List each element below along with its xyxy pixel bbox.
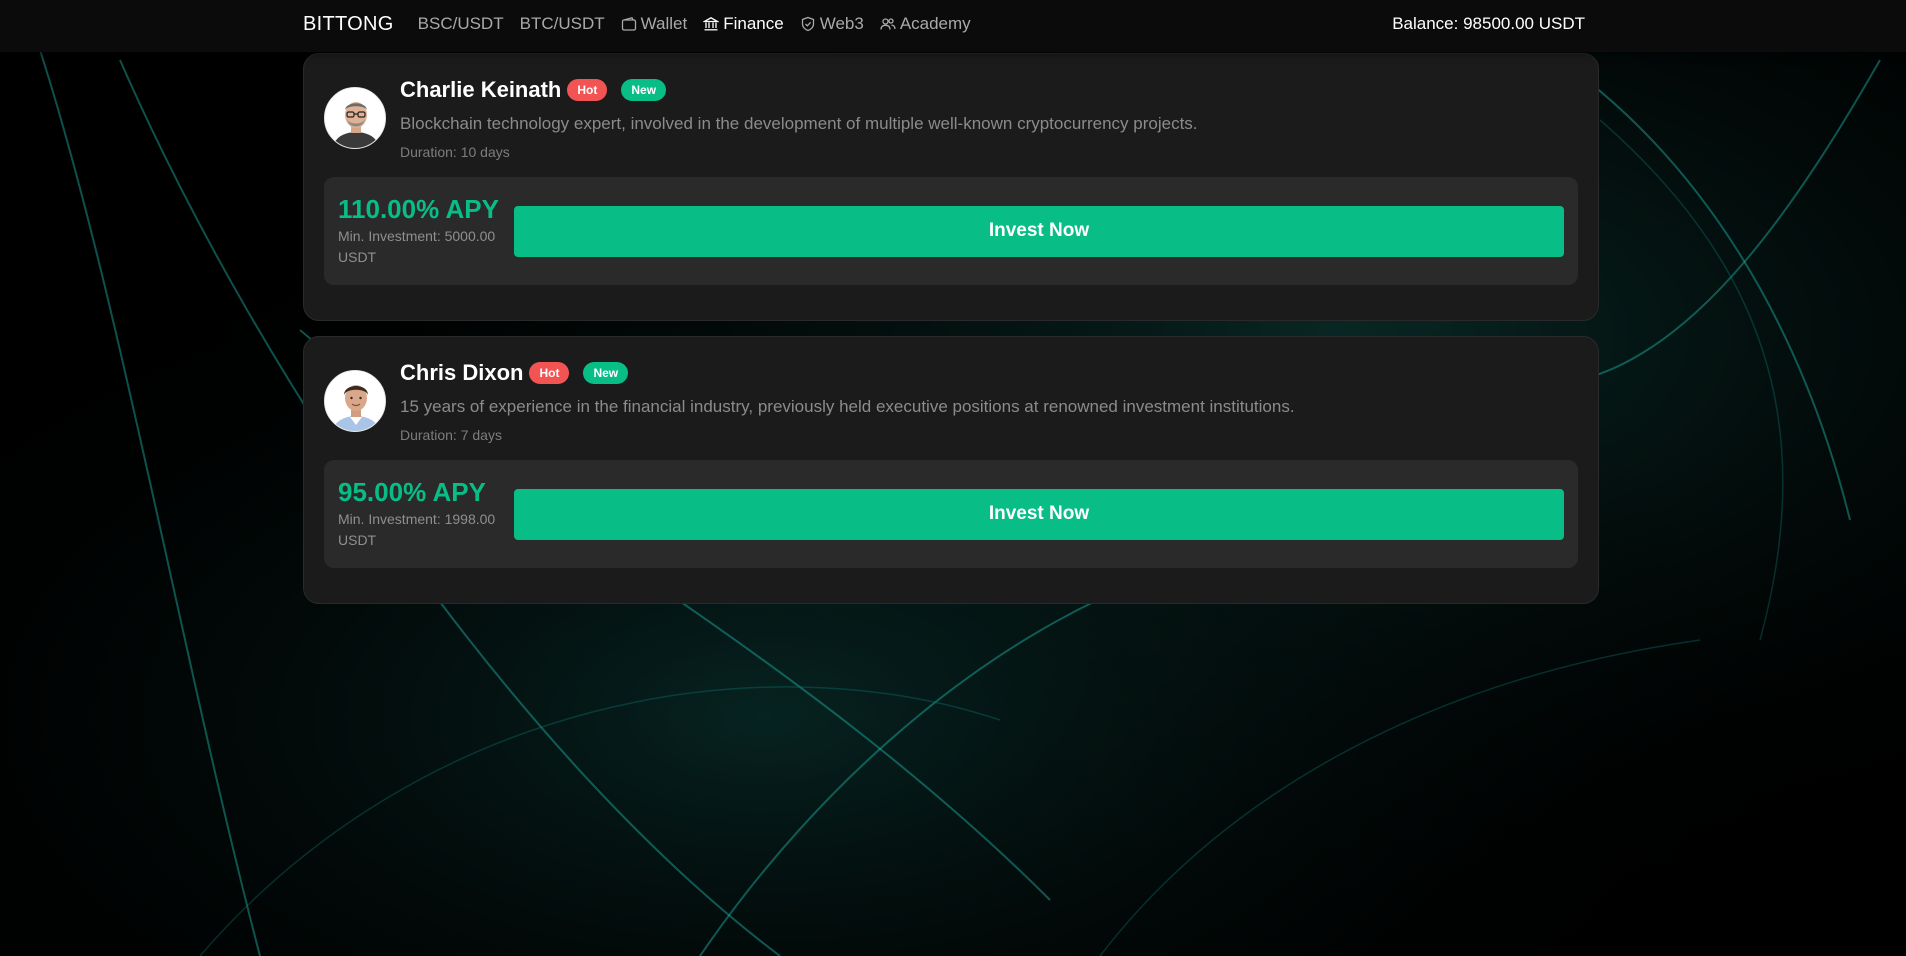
nav-wallet[interactable]: Wallet [621,14,688,34]
wallet-icon [621,17,636,31]
rate-block: 95.00% APY Min. Investment: 1998.00 USDT [338,477,514,551]
product-card: Chris Dixon Hot New 15 years of experien… [303,336,1599,604]
nav-finance[interactable]: Finance [703,14,784,34]
card-info: Charlie Keinath Hot New Blockchain techn… [400,74,1578,160]
invest-now-button[interactable]: Invest Now [514,488,1564,540]
nav-label: BSC/USDT [417,14,504,33]
new-badge: New [621,79,667,101]
avatar [324,87,386,149]
main-nav: BSC/USDT BTC/USDT Wallet Finance Web3 Ac… [418,14,971,34]
card-info: Chris Dixon Hot New 15 years of experien… [400,357,1578,443]
product-duration: Duration: 10 days [400,144,510,160]
name-row: Chris Dixon Hot New [400,357,1578,389]
person-portrait-icon [325,88,385,148]
product-list: Charlie Keinath Hot New Blockchain techn… [303,53,1599,619]
nav-btc-usdt[interactable]: BTC/USDT [520,14,605,34]
bank-icon [703,17,720,31]
product-card: Charlie Keinath Hot New Blockchain techn… [303,53,1599,321]
name-row: Charlie Keinath Hot New [400,74,1578,106]
invest-panel: 110.00% APY Min. Investment: 5000.00 USD… [324,177,1578,285]
min-investment: Min. Investment: 1998.00 USDT [338,511,496,548]
advisor-description: 15 years of experience in the financial … [400,397,1295,416]
min-investment: Min. Investment: 5000.00 USDT [338,228,496,265]
advisor-name: Charlie Keinath [400,77,562,102]
nav-bsc-usdt[interactable]: BSC/USDT [418,14,504,34]
invest-now-button[interactable]: Invest Now [514,205,1564,257]
nav-academy[interactable]: Academy [880,14,971,34]
invest-panel: 95.00% APY Min. Investment: 1998.00 USDT… [324,460,1578,568]
product-duration: Duration: 7 days [400,427,502,443]
card-header: Charlie Keinath Hot New Blockchain techn… [324,74,1578,160]
card-header: Chris Dixon Hot New 15 years of experien… [324,357,1578,443]
brand-logo[interactable]: BITTONG [303,13,394,36]
advisor-description: Blockchain technology expert, involved i… [400,114,1198,133]
nav-label: Finance [723,14,784,33]
nav-web3[interactable]: Web3 [800,14,864,34]
top-navbar: BITTONG BSC/USDT BTC/USDT Wallet Finance… [0,0,1906,52]
navbar-inner: BITTONG BSC/USDT BTC/USDT Wallet Finance… [303,0,1585,48]
nav-label: Wallet [640,14,688,33]
apy-value: 110.00% APY [338,194,499,224]
apy-value: 95.00% APY [338,477,486,507]
nav-label: Academy [899,14,971,33]
shield-icon [801,16,814,32]
new-badge: New [583,362,629,384]
avatar [324,370,386,432]
nav-label: BTC/USDT [519,14,605,33]
account-balance: Balance: 98500.00 USDT [1392,14,1585,33]
hot-badge: Hot [567,79,608,101]
nav-label: Web3 [819,14,864,33]
users-icon [880,18,896,30]
hot-badge: Hot [529,362,570,384]
advisor-name: Chris Dixon [400,360,524,385]
rate-block: 110.00% APY Min. Investment: 5000.00 USD… [338,194,514,268]
person-portrait-icon [325,371,385,431]
